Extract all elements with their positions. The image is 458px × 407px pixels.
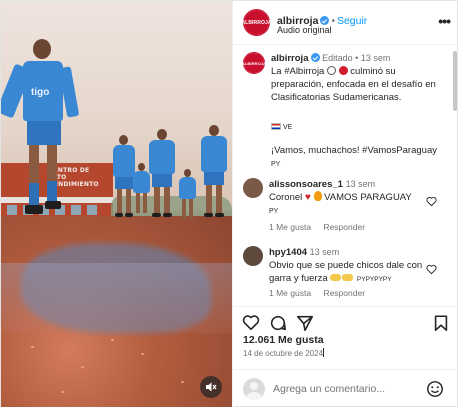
caption-row: ALBIRROJA albirroja Editado • 13 sem La … [241,52,437,168]
audio-label[interactable]: Audio original [277,25,332,35]
caption-text-c: ¡Vamos, muchachos! #VamosParaguay [271,145,437,156]
comment-heart-icon[interactable] [426,264,437,275]
comment-icon[interactable] [269,314,287,332]
comment-username[interactable]: alissonsoares_1 [269,179,343,190]
comment-item: alissonsoares_1 13 sem Coronel ♥ VAMOS P… [233,176,452,232]
mute-icon [206,382,217,392]
comments-list[interactable]: ALBIRROJA albirroja Editado • 13 sem La … [233,46,452,301]
caption-text-a: La #Albirroja [271,66,325,77]
post-actions-bar [233,306,458,336]
current-user-avatar [243,378,265,400]
post-date-text: 14 de octubre de 2024 [243,349,324,358]
comment-time[interactable]: 13 sem [346,179,376,189]
shirt-logo-text: tigo [31,87,50,98]
heart-emoji-icon: ♥ [304,192,311,203]
post-media-video[interactable]: CENTRO DE ALTO RENDIMIENTO tigo [1,1,232,407]
verified-badge-icon [310,53,320,62]
comment-flag-code: PY [269,208,279,215]
emoji-icon[interactable] [426,380,444,398]
share-icon[interactable] [296,314,314,332]
like-count[interactable]: 12.061 Me gusta [243,334,324,346]
commenter-avatar[interactable] [243,178,263,198]
caption-time[interactable]: 13 sem [361,53,391,63]
bookmark-icon[interactable] [432,314,450,332]
reply-button[interactable]: Responder [323,222,365,232]
author-avatar[interactable]: ALBIRROJA [241,9,271,36]
player-background-5 [131,163,153,223]
comment-heart-icon[interactable] [426,196,437,207]
caption-avatar[interactable]: ALBIRROJA [242,52,266,74]
reply-button[interactable]: Responder [323,288,365,298]
comments-scrollbar[interactable] [453,51,457,111]
mute-button[interactable] [200,376,222,398]
comment-like-count[interactable]: 1 Me gusta [269,288,311,298]
caption-flag-code: VE [283,124,293,131]
comment-item: hpy1404 13 sem Obvio que se puede chicos… [233,244,452,300]
comment-text-b: VAMOS PARAGUAY [324,192,412,203]
muscle-emoji-icon [330,274,342,281]
caption-edited: Editado [322,53,353,63]
comment-time[interactable]: 13 sem [310,247,340,257]
comment-text-a: Coronel [269,192,303,203]
post-side-panel: ALBIRROJA albirroja • Seguir Audio origina… [232,1,458,407]
follow-button[interactable]: Seguir [337,15,367,27]
add-comment-input[interactable] [273,380,423,398]
flag-ve-icon [271,122,281,130]
player-background-3 [177,169,199,229]
post-date: 14 de octubre de 2024 [243,348,325,358]
comment-like-count[interactable]: 1 Me gusta [269,222,311,232]
muscle-emoji-icon [342,274,354,281]
red-circle-emoji-icon [338,66,348,75]
instagram-post-viewer: CENTRO DE ALTO RENDIMIENTO tigo ALBIRROJ… [0,0,458,407]
text-cursor [323,348,325,357]
heart-icon[interactable] [242,314,260,332]
soccer-ball-emoji-icon [326,66,336,75]
comment-username[interactable]: hpy1404 [269,247,307,258]
fire-emoji-icon [313,191,322,201]
media-puddle [1,263,232,333]
post-header: ALBIRROJA albirroja • Seguir Audio origina… [233,1,458,45]
more-options-icon[interactable]: ••• [438,13,451,29]
avatar-logo-text: ALBIRROJA [241,10,271,35]
caption-avatar-text: ALBIRROJA [242,53,266,73]
player-foreground: tigo [1,37,91,232]
caption-username[interactable]: albirroja [271,53,309,64]
verified-badge-icon [320,16,330,25]
commenter-avatar[interactable] [243,246,263,266]
caption-flag-code-2: PY [271,161,281,168]
player-background-4 [197,125,231,225]
comment-text-b: PYPYPYPY [356,276,392,283]
add-comment-area [233,369,458,407]
